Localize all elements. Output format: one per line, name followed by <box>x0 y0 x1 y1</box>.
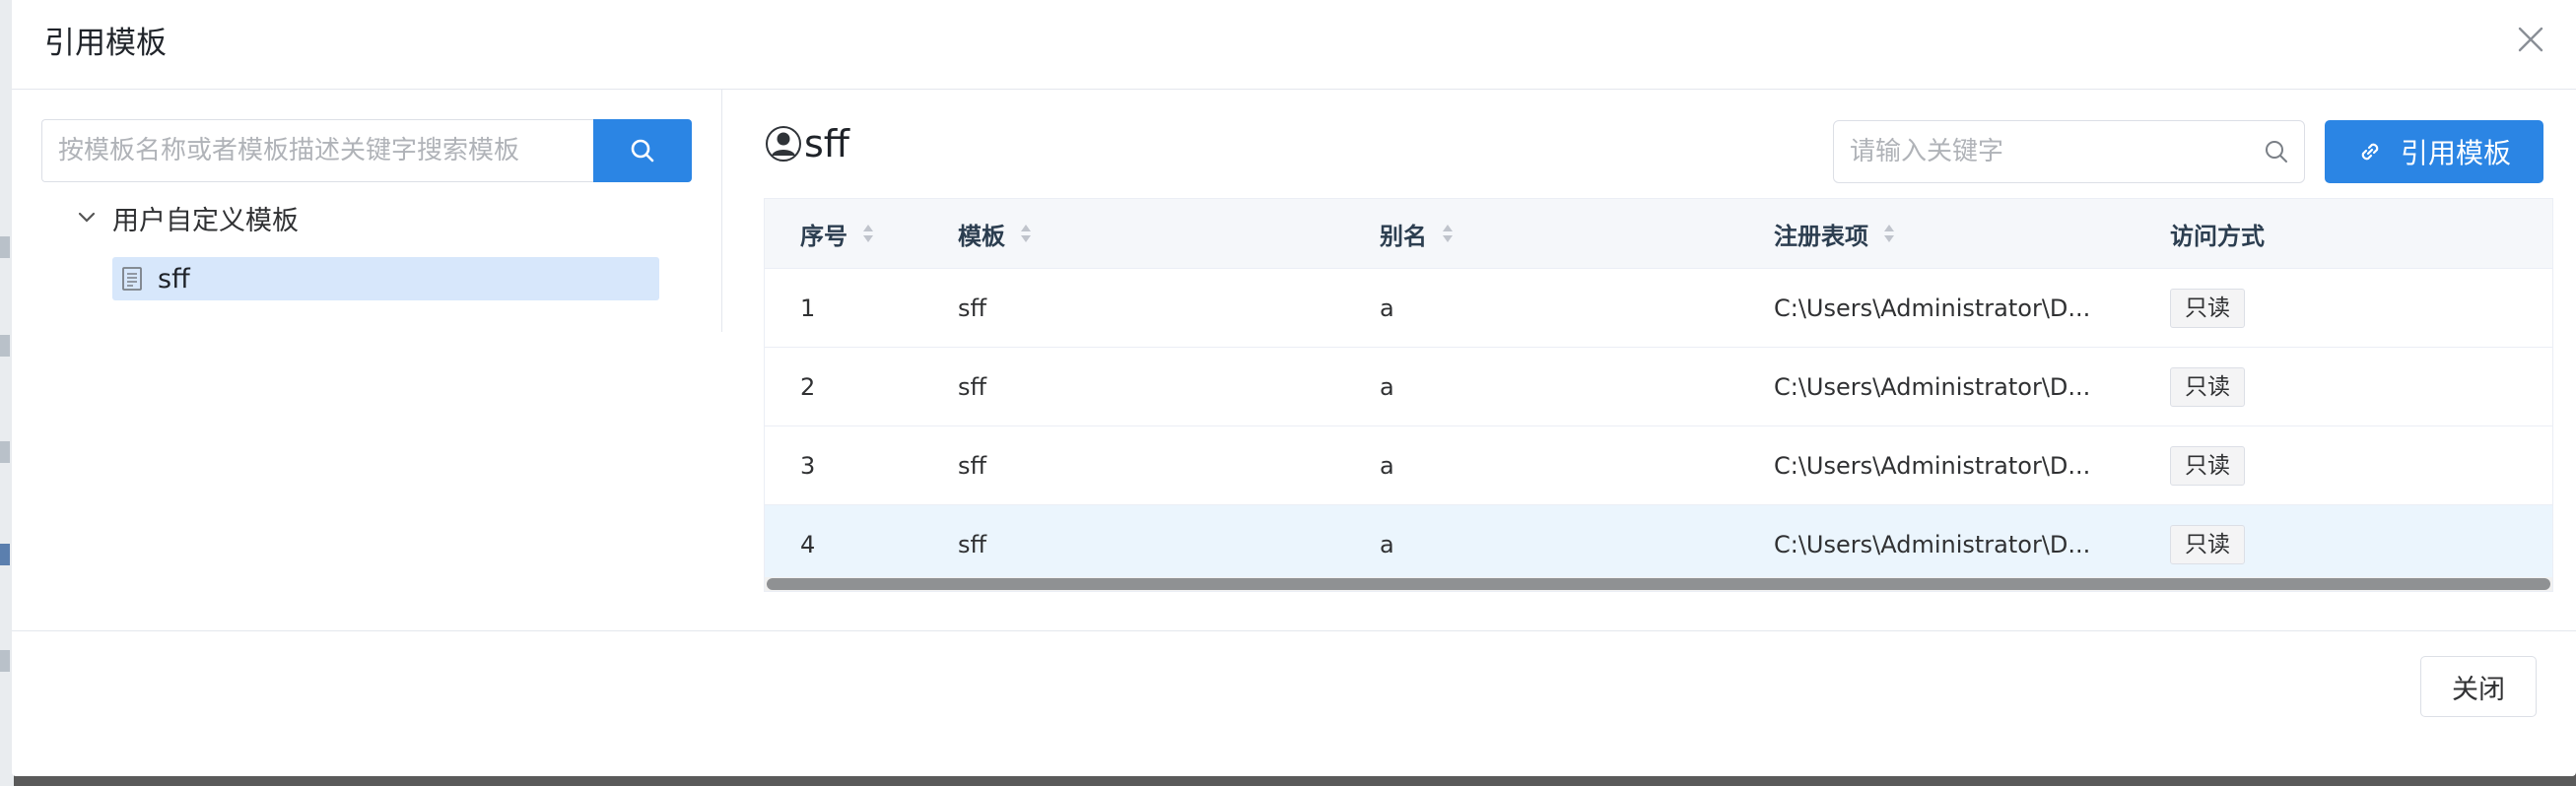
table-row[interactable]: 3 sff a C:\Users\Administrator\D... 只读 <box>765 426 2552 505</box>
dialog-footer-divider <box>12 630 2576 631</box>
template-search <box>41 119 702 182</box>
dialog-title: 引用模板 <box>44 26 167 61</box>
column-header-index[interactable]: 序号 <box>765 199 922 269</box>
cell-alias: a <box>1380 451 1394 480</box>
dialog-header: 引用模板 <box>12 0 2576 90</box>
search-icon <box>631 139 654 163</box>
sort-icon[interactable] <box>1882 223 1896 244</box>
tree-node-user-defined-templates[interactable]: 用户自定义模板 <box>75 198 299 237</box>
user-icon <box>766 126 801 162</box>
reference-template-button[interactable]: 引用模板 <box>2325 120 2543 183</box>
cell-template: sff <box>958 294 987 322</box>
background-fragment <box>0 441 10 463</box>
cell-alias: a <box>1380 372 1394 401</box>
link-icon <box>2361 143 2379 161</box>
column-header-label: 访问方式 <box>2170 222 2265 250</box>
cell-template: sff <box>958 451 987 480</box>
cell-alias: a <box>1380 294 1394 322</box>
template-title-text: sff <box>804 122 849 165</box>
column-header-alias[interactable]: 别名 <box>1344 199 1738 269</box>
access-tag: 只读 <box>2170 366 2245 407</box>
cell-index: 2 <box>800 372 816 401</box>
column-header-label: 模板 <box>958 222 1005 250</box>
cell-registry: C:\Users\Administrator\D... <box>1774 451 2091 480</box>
template-tree-panel: 用户自定义模板 sff <box>12 90 722 332</box>
column-header-template[interactable]: 模板 <box>922 199 1344 269</box>
access-tag: 只读 <box>2170 524 2245 564</box>
column-header-label: 序号 <box>800 222 847 250</box>
template-search-input[interactable] <box>41 119 593 182</box>
template-table: 序号 模板 别名 注册表项 访问方式 1 sff a C:\Users\Admi… <box>764 198 2553 592</box>
horizontal-scrollbar[interactable] <box>765 577 2552 591</box>
template-detail-panel: sff 引用模板 <box>751 90 2564 602</box>
scrollbar-thumb[interactable] <box>767 578 2550 590</box>
reference-template-dialog: 引用模板 用户自定义模板 sff <box>12 0 2576 776</box>
sort-icon[interactable] <box>1441 223 1455 244</box>
background-fragment <box>0 544 10 565</box>
close-icon[interactable] <box>2513 22 2548 57</box>
access-tag: 只读 <box>2170 445 2245 486</box>
close-button[interactable]: 关闭 <box>2420 656 2537 717</box>
tree-node-label: sff <box>158 263 190 295</box>
access-tag: 只读 <box>2170 288 2245 328</box>
table-header-row: 序号 模板 别名 注册表项 访问方式 <box>765 199 2552 269</box>
cell-alias: a <box>1380 530 1394 558</box>
cell-template: sff <box>958 530 987 558</box>
table-row[interactable]: 1 sff a C:\Users\Administrator\D... 只读 <box>765 268 2552 348</box>
template-search-button[interactable] <box>593 119 692 182</box>
tree-node-sff[interactable]: sff <box>112 257 659 300</box>
column-header-registry[interactable]: 注册表项 <box>1738 199 2135 269</box>
keyword-search <box>1833 120 2305 183</box>
table-row[interactable]: 2 sff a C:\Users\Administrator\D... 只读 <box>765 347 2552 426</box>
background-fragment <box>0 335 10 357</box>
column-header-label: 注册表项 <box>1774 222 1868 250</box>
cell-index: 4 <box>800 530 816 558</box>
cell-index: 1 <box>800 294 816 322</box>
table-row[interactable]: 4 sff a C:\Users\Administrator\D... 只读 <box>765 504 2552 584</box>
cell-registry: C:\Users\Administrator\D... <box>1774 372 2091 401</box>
cell-template: sff <box>958 372 987 401</box>
template-title: sff <box>765 119 849 168</box>
cell-registry: C:\Users\Administrator\D... <box>1774 530 2091 558</box>
sort-icon[interactable] <box>861 223 875 244</box>
column-header-access: 访问方式 <box>2135 199 2552 269</box>
document-icon <box>122 267 142 291</box>
sort-icon[interactable] <box>1019 223 1033 244</box>
reference-template-label: 引用模板 <box>2400 137 2511 169</box>
cell-registry: C:\Users\Administrator\D... <box>1774 294 2091 322</box>
cell-index: 3 <box>800 451 816 480</box>
search-icon[interactable] <box>2263 138 2290 165</box>
background-fragment <box>0 650 10 672</box>
tree-node-label: 用户自定义模板 <box>112 205 299 236</box>
column-header-label: 别名 <box>1380 222 1427 250</box>
background-fragment <box>0 236 10 258</box>
keyword-search-input[interactable] <box>1834 121 2248 182</box>
chevron-down-icon[interactable] <box>75 206 99 229</box>
